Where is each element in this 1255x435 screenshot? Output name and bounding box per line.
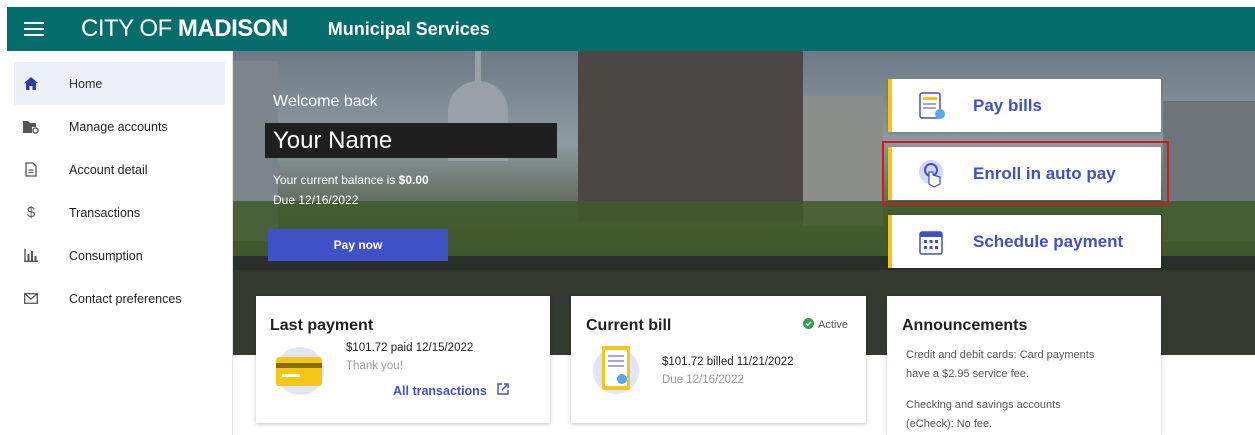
bill-amount: $101.72 billed 11/21/2022	[662, 356, 794, 368]
all-transactions-label: All transactions	[393, 383, 487, 398]
thank-you-text: Thank you!	[346, 360, 403, 372]
document-icon	[18, 162, 44, 177]
all-transactions-link[interactable]: All transactions	[393, 383, 509, 398]
announcements-card: Announcements Credit and debit cards: Ca…	[887, 296, 1161, 435]
schedule-payment-button[interactable]: Schedule payment	[888, 215, 1161, 268]
announcement-line: have a $2.95 service fee.	[906, 368, 1029, 380]
sidebar-item-home[interactable]: Home	[14, 62, 225, 105]
brand-logo[interactable]: CITY OF MADISON	[81, 15, 288, 43]
status-badge: Active	[803, 318, 848, 332]
card-title: Announcements	[902, 317, 1028, 334]
balance-prefix: Your current balance is	[273, 173, 399, 187]
sidebar: Home Manage accounts Account detail $ Tr…	[7, 51, 233, 435]
folder-settings-icon	[18, 120, 44, 134]
current-bill-card: Current bill Active $101.72 billed 11/21…	[571, 296, 866, 423]
balance-text: Your current balance is $0.00	[273, 173, 429, 187]
sidebar-item-consumption[interactable]: Consumption	[14, 234, 225, 277]
sidebar-item-contact-preferences[interactable]: Contact preferences	[14, 277, 225, 320]
last-payment-amount: $101.72 paid 12/15/2022	[346, 342, 474, 354]
sidebar-item-label: Account detail	[69, 162, 148, 177]
sidebar-item-label: Consumption	[69, 248, 143, 263]
announcement-echeck-fee: Checking and savings accounts (eCheck): …	[906, 396, 1061, 434]
due-date: Due 12/16/2022	[273, 193, 359, 207]
building-shape	[578, 51, 803, 221]
last-payment-card: Last payment $101.72 paid 12/15/2022 Tha…	[256, 296, 550, 423]
top-bar: CITY OF MADISON Municipal Services	[7, 7, 1255, 51]
home-icon	[18, 77, 44, 90]
welcome-text: Welcome back	[273, 93, 378, 110]
brand-bold-text: MADISON	[177, 15, 288, 42]
bill-icon	[916, 90, 948, 122]
menu-icon[interactable]	[24, 22, 44, 36]
card-title: Current bill	[586, 317, 672, 334]
sidebar-item-label: Contact preferences	[69, 291, 182, 306]
card-title: Last payment	[270, 317, 374, 334]
sidebar-item-transactions[interactable]: $ Transactions	[14, 191, 225, 234]
announcement-card-fee: Credit and debit cards: Card payments ha…	[906, 346, 1094, 384]
sidebar-item-label: Home	[69, 76, 103, 91]
highlight-box	[882, 141, 1169, 205]
external-link-icon	[497, 383, 509, 398]
envelope-icon	[18, 293, 44, 304]
announcement-line: Checking and savings accounts	[906, 399, 1061, 411]
check-circle-icon	[803, 318, 814, 332]
balance-amount: $0.00	[398, 173, 429, 187]
bar-chart-icon	[18, 249, 44, 262]
sidebar-item-manage-accounts[interactable]: Manage accounts	[14, 105, 225, 148]
credit-card-icon	[274, 343, 326, 400]
sidebar-item-account-detail[interactable]: Account detail	[14, 148, 225, 191]
user-name: Your Name	[265, 123, 557, 158]
dollar-icon: $	[26, 204, 36, 221]
site-subtitle: Municipal Services	[327, 18, 490, 39]
calendar-icon	[916, 226, 948, 258]
pay-bills-button[interactable]: Pay bills	[888, 79, 1161, 132]
brand-light-text: CITY OF	[81, 15, 178, 42]
bill-document-icon	[591, 342, 641, 401]
schedule-payment-label: Schedule payment	[973, 231, 1124, 251]
announcement-line: (eCheck): No fee.	[906, 418, 993, 430]
dome-spire-shape	[475, 51, 481, 83]
announcement-line: Credit and debit cards: Card payments	[906, 349, 1095, 361]
sidebar-item-label: Transactions	[69, 205, 141, 220]
bill-due-date: Due 12/16/2022	[662, 374, 744, 386]
pay-bills-label: Pay bills	[973, 95, 1042, 115]
sidebar-item-label: Manage accounts	[69, 119, 168, 134]
status-label: Active	[818, 319, 848, 331]
pay-now-button[interactable]: Pay now	[268, 229, 448, 261]
